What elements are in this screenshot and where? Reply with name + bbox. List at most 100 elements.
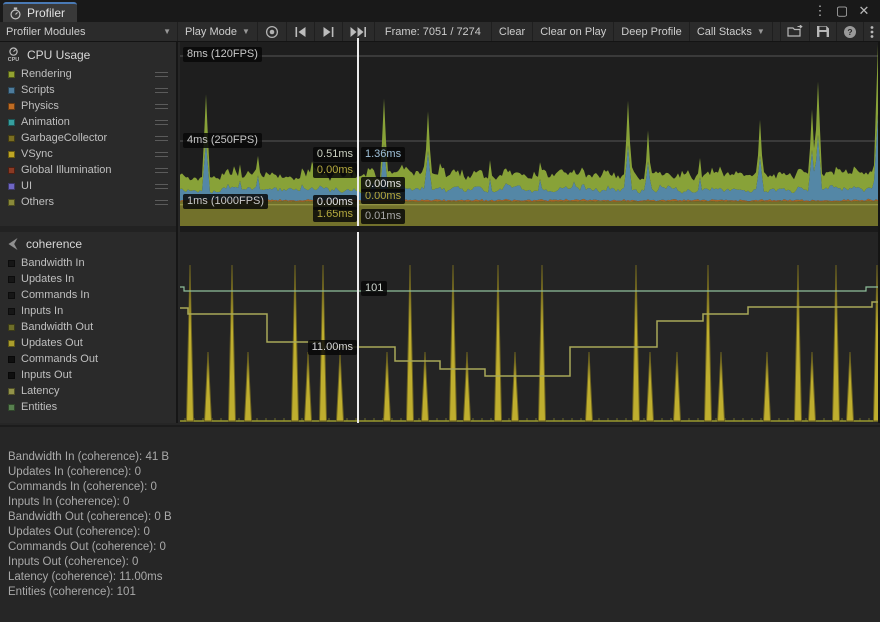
legend-label: Inputs Out	[21, 369, 170, 381]
legend-item-physics[interactable]: Physics	[0, 98, 176, 114]
legend-item-updates-out[interactable]: Updates Out	[0, 335, 176, 351]
context-menu-button[interactable]	[864, 22, 880, 41]
load-profile-button[interactable]	[781, 22, 810, 41]
legend-item-rendering[interactable]: Rendering	[0, 66, 176, 82]
details-line: Commands In (coherence): 0	[8, 480, 880, 495]
drag-handle-icon[interactable]	[155, 136, 168, 141]
legend-item-garbagecollector[interactable]: GarbageCollector	[0, 130, 176, 146]
drag-handle-icon[interactable]	[155, 104, 168, 109]
entities-value-label: 101	[361, 281, 387, 296]
drag-handle-icon[interactable]	[155, 72, 168, 77]
details-panel: Bandwidth In (coherence): 41 BUpdates In…	[0, 425, 880, 622]
drag-handle-icon[interactable]	[155, 200, 168, 205]
profiler-modules-dropdown[interactable]: Profiler Modules ▼	[0, 22, 178, 41]
coherence-module-header[interactable]: coherence	[0, 232, 176, 255]
close-icon[interactable]: ✕	[856, 3, 872, 19]
legend-label: Entities	[21, 401, 170, 413]
cpu-chart-canvas	[180, 42, 880, 226]
playhead-line[interactable]	[357, 38, 359, 226]
axis-label: 8ms (120FPS)	[183, 47, 262, 62]
drag-handle-icon[interactable]	[155, 184, 168, 189]
legend-item-commands-in[interactable]: Commands In	[0, 287, 176, 303]
coherence-chart[interactable]: 101 11.00ms	[180, 232, 880, 423]
call-stacks-button[interactable]: Call Stacks ▼	[690, 22, 773, 41]
skip-end-icon	[349, 26, 368, 38]
maximize-icon[interactable]: ▢	[834, 3, 850, 19]
legend-color-swatch	[8, 404, 15, 411]
legend-item-global-illumination[interactable]: Global Illumination	[0, 162, 176, 178]
legend-label: VSync	[21, 148, 149, 160]
titlebar: Profiler ⋮ ▢ ✕	[0, 0, 880, 22]
help-icon: ?	[843, 25, 857, 39]
legend-color-swatch	[8, 356, 15, 363]
legend-label: Updates Out	[21, 337, 170, 349]
window-controls: ⋮ ▢ ✕	[812, 0, 880, 22]
svg-text:?: ?	[847, 27, 852, 37]
latency-value-label: 11.00ms	[308, 340, 357, 355]
axis-label: 1ms (1000FPS)	[183, 194, 268, 209]
tab-profiler[interactable]: Profiler	[3, 2, 77, 22]
legend-label: Scripts	[21, 84, 149, 96]
legend-color-swatch	[8, 183, 15, 190]
cpu-module-title: CPU Usage	[27, 48, 90, 62]
clear-button[interactable]: Clear	[492, 22, 533, 41]
kebab-menu-icon	[870, 25, 874, 39]
legend-color-swatch	[8, 199, 15, 206]
svg-text:CPU: CPU	[8, 57, 19, 62]
step-forward-icon	[321, 26, 336, 38]
coherence-legend: Bandwidth In Updates In Commands In Inputs …	[0, 255, 176, 415]
record-button[interactable]	[258, 22, 287, 41]
legend-color-swatch	[8, 324, 15, 331]
cpu-module-header[interactable]: CPU CPU Usage	[0, 42, 176, 66]
legend-item-inputs-in[interactable]: Inputs In	[0, 303, 176, 319]
legend-item-scripts[interactable]: Scripts	[0, 82, 176, 98]
details-line: Entities (coherence): 101	[8, 585, 880, 600]
record-icon	[264, 24, 280, 40]
deep-profile-button[interactable]: Deep Profile	[614, 22, 690, 41]
details-line: Bandwidth In (coherence): 41 B	[8, 450, 880, 465]
toolbar-icon-group: ?	[780, 22, 880, 41]
legend-item-commands-out[interactable]: Commands Out	[0, 351, 176, 367]
next-frame-button[interactable]	[315, 22, 343, 41]
save-profile-button[interactable]	[810, 22, 837, 41]
legend-item-entities[interactable]: Entities	[0, 399, 176, 415]
legend-color-swatch	[8, 71, 15, 78]
drag-handle-icon[interactable]	[155, 120, 168, 125]
legend-item-ui[interactable]: UI	[0, 178, 176, 194]
legend-item-others[interactable]: Others	[0, 194, 176, 210]
details-line: Commands Out (coherence): 0	[8, 540, 880, 555]
coherence-logo-icon	[6, 237, 20, 251]
legend-item-bandwidth-out[interactable]: Bandwidth Out	[0, 319, 176, 335]
first-frame-button[interactable]	[287, 22, 315, 41]
legend-label: Physics	[21, 100, 149, 112]
details-line: Updates Out (coherence): 0	[8, 525, 880, 540]
window-menu-icon[interactable]: ⋮	[812, 3, 828, 19]
frame-value-label: 1.36ms	[361, 147, 405, 162]
legend-label: Commands In	[21, 289, 170, 301]
play-mode-dropdown[interactable]: Play Mode ▼	[178, 22, 258, 41]
legend-color-swatch	[8, 151, 15, 158]
cpu-legend: Rendering Scripts Physics AnimationGarbageC…	[0, 66, 176, 210]
stopwatch-icon	[9, 7, 22, 20]
legend-item-animation[interactable]: Animation	[0, 114, 176, 130]
legend-color-swatch	[8, 340, 15, 347]
clear-on-play-button[interactable]: Clear on Play	[533, 22, 614, 41]
play-mode-label: Play Mode	[185, 26, 237, 38]
legend-color-swatch	[8, 87, 15, 94]
legend-item-vsync[interactable]: VSync	[0, 146, 176, 162]
drag-handle-icon[interactable]	[155, 88, 168, 93]
drag-handle-icon[interactable]	[155, 152, 168, 157]
legend-item-inputs-out[interactable]: Inputs Out	[0, 367, 176, 383]
legend-item-updates-in[interactable]: Updates In	[0, 271, 176, 287]
details-line: Inputs In (coherence): 0	[8, 495, 880, 510]
playhead-line[interactable]	[357, 232, 359, 423]
drag-handle-icon[interactable]	[155, 168, 168, 173]
legend-item-latency[interactable]: Latency	[0, 383, 176, 399]
cpu-chart[interactable]: 8ms (120FPS)4ms (250FPS)1ms (1000FPS)0.5…	[180, 42, 880, 226]
legend-color-swatch	[8, 167, 15, 174]
help-button[interactable]: ?	[837, 22, 864, 41]
legend-item-bandwidth-in[interactable]: Bandwidth In	[0, 255, 176, 271]
legend-label: Updates In	[21, 273, 170, 285]
module-sidebar: CPU CPU Usage Rendering Scripts Physics Ani…	[0, 42, 178, 423]
axis-label: 4ms (250FPS)	[183, 133, 262, 148]
